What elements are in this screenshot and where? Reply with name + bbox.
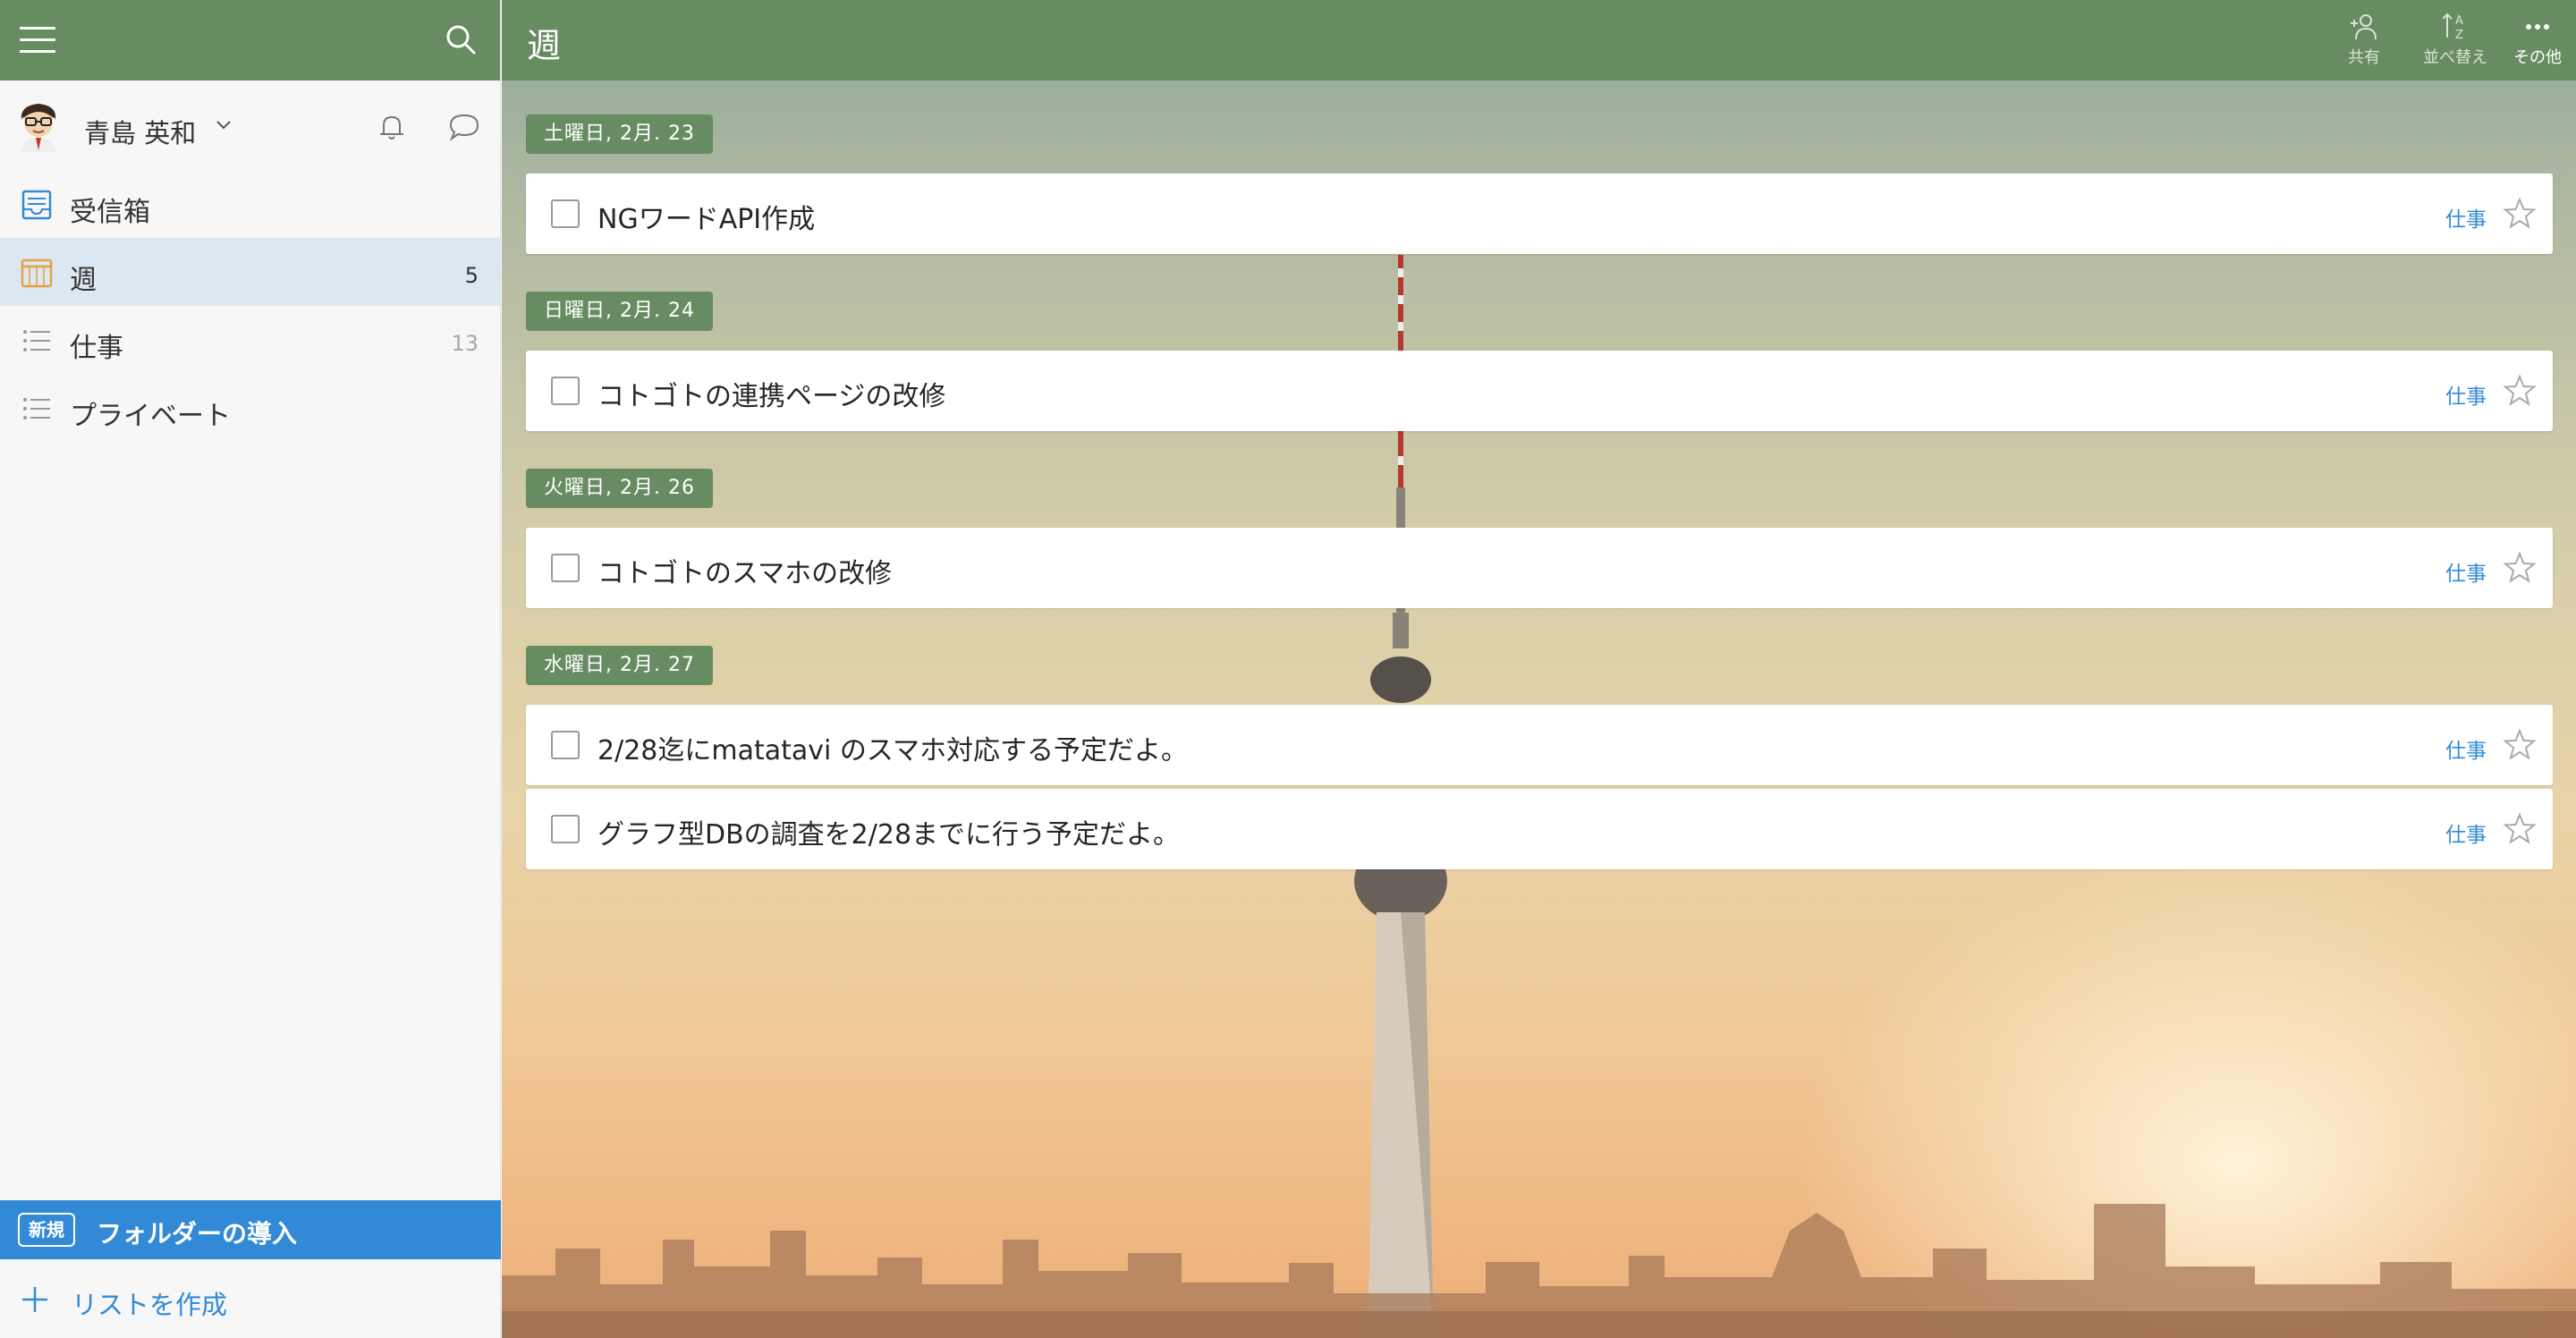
date-header: 土曜日, 2月. 23 xyxy=(526,114,713,154)
task-checkbox[interactable] xyxy=(551,554,580,582)
sidebar: 青島 英和 受信箱 週 5 仕事 13 プライベート 新規 フォルダーの導入 リ… xyxy=(0,0,501,1338)
star-icon[interactable] xyxy=(2503,374,2537,408)
avatar[interactable] xyxy=(14,100,63,152)
task-row[interactable]: NGワードAPI作成 仕事 xyxy=(526,174,2553,254)
sort-az-icon: A Z xyxy=(2442,13,2463,42)
date-header: 火曜日, 2月. 26 xyxy=(526,469,713,508)
task-title[interactable]: 2/28迄にmatatavi のスマホ対応する予定だよ。 xyxy=(597,728,1188,767)
create-list-button[interactable]: リストを作成 xyxy=(0,1266,501,1334)
task-checkbox[interactable] xyxy=(551,199,580,228)
search-icon[interactable] xyxy=(443,21,479,57)
new-badge: 新規 xyxy=(18,1213,75,1247)
more-label: その他 xyxy=(2513,48,2562,67)
svg-text:A: A xyxy=(2455,14,2463,28)
plus-icon xyxy=(22,1287,47,1312)
sort-label: 並べ替え xyxy=(2423,48,2487,67)
list-icon xyxy=(23,398,50,419)
user-row: 青島 英和 xyxy=(0,80,500,170)
sidebar-item-label: 週 xyxy=(70,265,97,296)
more-button[interactable]: その他 xyxy=(2496,11,2576,73)
task-title[interactable]: コトゴトの連携ページの改修 xyxy=(597,374,945,413)
more-dots-icon xyxy=(2526,24,2549,30)
sidebar-item-private[interactable]: プライベート xyxy=(0,374,500,442)
star-icon[interactable] xyxy=(2503,551,2537,585)
share-label: 共有 xyxy=(2348,48,2380,67)
task-title[interactable]: NGワードAPI作成 xyxy=(597,197,815,236)
task-list-tag[interactable]: 仕事 xyxy=(2445,817,2487,848)
task-title[interactable]: グラフ型DBの調査を2/28までに行う予定だよ。 xyxy=(597,812,1180,851)
new-feature-banner[interactable]: 新規 フォルダーの導入 xyxy=(0,1200,501,1259)
page-title: 週 xyxy=(527,26,562,65)
sidebar-item-count: 5 xyxy=(464,263,479,288)
main-panel: 週 共有 A Z 並べ替え その他 土曜日, 2月. 23 NGワードAPI作成… xyxy=(502,0,2576,1338)
list-icon xyxy=(23,330,50,351)
task-list-tag[interactable]: 仕事 xyxy=(2445,556,2487,587)
sidebar-item-count: 13 xyxy=(451,331,479,356)
chevron-down-icon[interactable] xyxy=(215,116,233,134)
sort-button[interactable]: A Z 並べ替え xyxy=(2414,11,2496,73)
task-list-tag[interactable]: 仕事 xyxy=(2445,733,2487,764)
date-header: 水曜日, 2月. 27 xyxy=(526,646,713,685)
bell-icon[interactable] xyxy=(376,111,408,143)
task-list-tag[interactable]: 仕事 xyxy=(2445,379,2487,410)
sidebar-item-work[interactable]: 仕事 13 xyxy=(0,306,500,374)
star-icon[interactable] xyxy=(2503,728,2537,762)
sidebar-item-week[interactable]: 週 5 xyxy=(0,238,500,306)
sidebar-toolbar xyxy=(0,0,500,80)
svg-text:Z: Z xyxy=(2455,29,2463,42)
task-row[interactable]: グラフ型DBの調査を2/28までに行う予定だよ。 仕事 xyxy=(526,789,2553,869)
task-checkbox[interactable] xyxy=(551,731,580,759)
new-feature-label: フォルダーの導入 xyxy=(97,1219,298,1249)
sidebar-item-label: 受信箱 xyxy=(70,197,150,228)
task-checkbox[interactable] xyxy=(551,815,580,843)
date-header: 日曜日, 2月. 24 xyxy=(526,292,713,331)
sidebar-item-inbox[interactable]: 受信箱 xyxy=(0,170,500,238)
star-icon[interactable] xyxy=(2503,812,2537,846)
share-person-icon xyxy=(2351,14,2377,40)
task-checkbox[interactable] xyxy=(551,377,580,405)
task-list-tag[interactable]: 仕事 xyxy=(2445,202,2487,233)
main-header: 週 共有 A Z 並べ替え その他 xyxy=(502,0,2576,80)
inbox-icon xyxy=(21,190,52,220)
task-row[interactable]: コトゴトの連携ページの改修 仕事 xyxy=(526,351,2553,431)
calendar-week-icon xyxy=(21,258,53,288)
task-title[interactable]: コトゴトのスマホの改修 xyxy=(597,551,892,590)
sidebar-item-label: 仕事 xyxy=(70,333,123,364)
task-row[interactable]: コトゴトのスマホの改修 仕事 xyxy=(526,528,2553,608)
sidebar-item-label: プライベート xyxy=(70,401,231,432)
background-city-skyline xyxy=(502,1204,2576,1338)
user-name[interactable]: 青島 英和 xyxy=(84,113,196,150)
star-icon[interactable] xyxy=(2503,197,2537,231)
hamburger-menu-icon[interactable] xyxy=(20,27,55,54)
chat-bubble-icon[interactable] xyxy=(447,111,481,143)
create-list-label: リストを作成 xyxy=(72,1290,228,1320)
task-row[interactable]: 2/28迄にmatatavi のスマホ対応する予定だよ。 仕事 xyxy=(526,705,2553,785)
share-button[interactable]: 共有 xyxy=(2323,11,2405,73)
